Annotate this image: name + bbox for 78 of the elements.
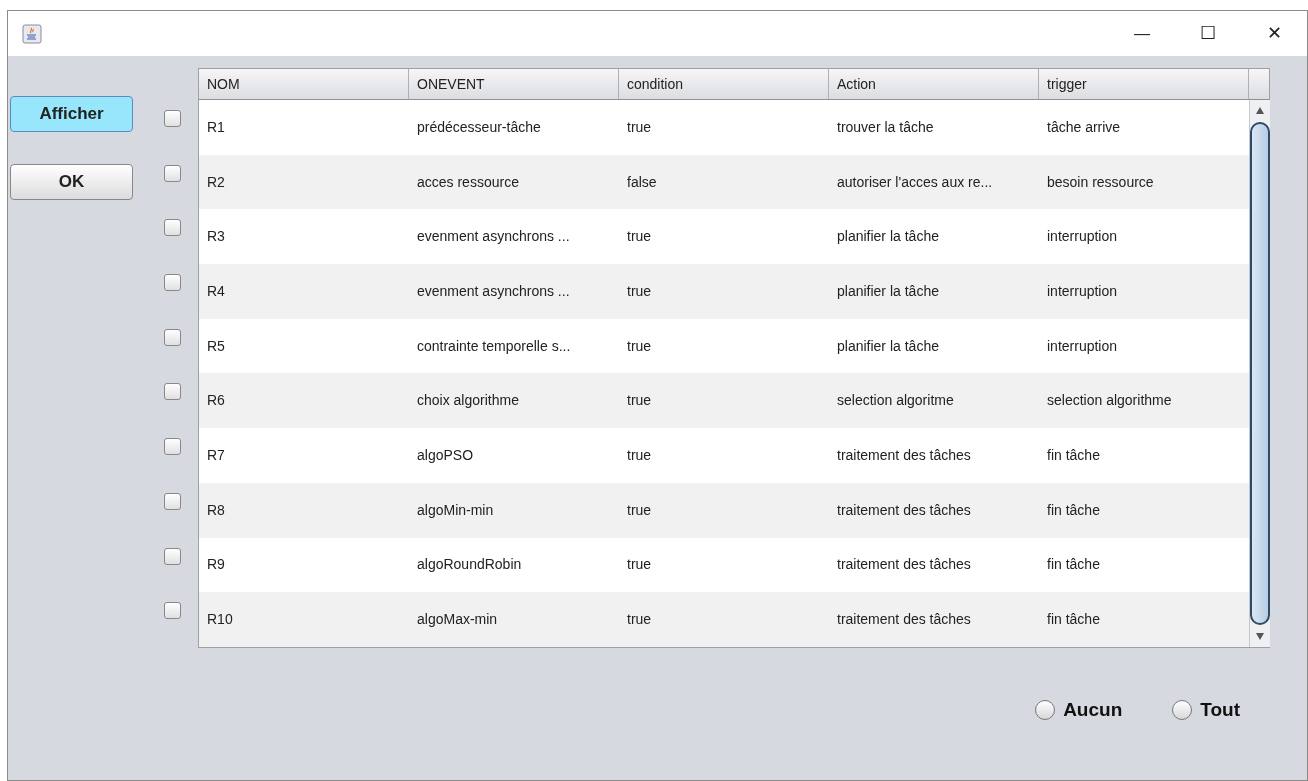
table-cell-text: algoPSO [416, 445, 475, 465]
table-cell-text: fin tâche [1046, 555, 1101, 575]
table-cell-text: R1 [206, 117, 226, 137]
row-checkbox[interactable] [164, 383, 181, 401]
table-cell-text: selection algorithme [1046, 391, 1173, 411]
table-cell-text: R7 [206, 445, 226, 465]
close-button[interactable]: ✕ [1251, 20, 1297, 47]
radio-button[interactable] [1035, 700, 1056, 721]
row-checkbox[interactable] [164, 164, 181, 182]
table-cell-text: interruption [1046, 227, 1119, 247]
table-cell-text: interruption [1046, 281, 1119, 301]
row-checkbox[interactable] [164, 274, 181, 292]
table-cell-text: true [626, 500, 653, 520]
column-header[interactable]: trigger [1039, 69, 1249, 99]
table-cell-text: fin tâche [1046, 500, 1101, 520]
row-checkbox[interactable] [164, 547, 181, 565]
table-cell-text: algoMin-min [416, 500, 495, 520]
row-checkbox[interactable] [164, 602, 181, 620]
table-cell-text: traitement des tâches [836, 500, 972, 520]
row-checkbox[interactable] [164, 492, 181, 510]
scroll-down-icon[interactable] [1255, 630, 1265, 641]
table-cell-text: trouver la tâche [836, 117, 935, 137]
table-cell-text: R10 [206, 610, 234, 630]
radio-label: Aucun [1063, 697, 1123, 722]
table-cell-text: R5 [206, 336, 226, 356]
table-cell-text: traitement des tâches [836, 445, 972, 465]
table-cell-text: autoriser l'acces aux re... [836, 172, 994, 192]
table-cell-text: R8 [206, 500, 226, 520]
table-cell-text: contrainte temporelle s... [416, 336, 572, 356]
column-header[interactable]: condition [619, 69, 829, 99]
row-checkbox[interactable] [164, 328, 181, 346]
column-header[interactable]: NOM [199, 69, 409, 99]
table-cell-text: prédécesseur-tâche [416, 117, 542, 137]
table-cell-text: R9 [206, 555, 226, 575]
header-corner [1249, 69, 1269, 99]
table-cell-text: true [626, 391, 653, 411]
table-cell-text: planifier la tâche [836, 281, 940, 301]
table-cell-text: true [626, 227, 653, 247]
table-cell-text: R3 [206, 227, 226, 247]
row-checkbox[interactable] [164, 438, 181, 456]
table-cell-text: interruption [1046, 336, 1119, 356]
table-cell-text: true [626, 610, 653, 630]
table-cell-text: true [626, 336, 653, 356]
dialog-button[interactable]: OK [10, 164, 133, 200]
table-cell-text: choix algorithme [416, 391, 520, 411]
table-cell-text: true [626, 117, 653, 137]
table-cell-text: R4 [206, 281, 226, 301]
column-header[interactable]: Action [829, 69, 1039, 99]
table-cell-text: planifier la tâche [836, 336, 940, 356]
table-cell-text: evenment asynchrons ... [416, 227, 571, 247]
table-cell-text: traitement des tâches [836, 610, 972, 630]
maximize-button[interactable]: ☐ [1185, 20, 1231, 47]
row-checkbox[interactable] [164, 219, 181, 237]
table-cell-text: fin tâche [1046, 445, 1101, 465]
dialog-button[interactable]: Afficher [10, 96, 133, 132]
radio-button[interactable] [1172, 700, 1193, 721]
table-cell-text: false [626, 172, 658, 192]
row-checkbox[interactable] [164, 110, 181, 127]
table-cell-text: besoin ressource [1046, 172, 1155, 192]
table-cell-text: acces ressource [416, 172, 520, 192]
table-cell-text: algoMax-min [416, 610, 499, 630]
table-cell-text: planifier la tâche [836, 227, 940, 247]
table-cell-text: fin tâche [1046, 610, 1101, 630]
table-cell-text: true [626, 281, 653, 301]
table-cell-text: R6 [206, 391, 226, 411]
table-cell-text: evenment asynchrons ... [416, 281, 571, 301]
table-cell-text: R2 [206, 172, 226, 192]
table-cell-text: traitement des tâches [836, 555, 972, 575]
radio-label: Tout [1200, 697, 1240, 722]
table-cell-text: true [626, 555, 653, 575]
minimize-button[interactable]: — [1119, 21, 1165, 46]
table-cell-text: selection algoritme [836, 391, 955, 411]
table-cell-text: algoRoundRobin [416, 555, 523, 575]
column-header[interactable]: ONEVENT [409, 69, 619, 99]
java-app-icon [22, 23, 42, 44]
table-cell-text: tâche arrive [1046, 117, 1122, 137]
table-cell-text: true [626, 445, 653, 465]
scroll-up-icon[interactable] [1255, 106, 1265, 116]
